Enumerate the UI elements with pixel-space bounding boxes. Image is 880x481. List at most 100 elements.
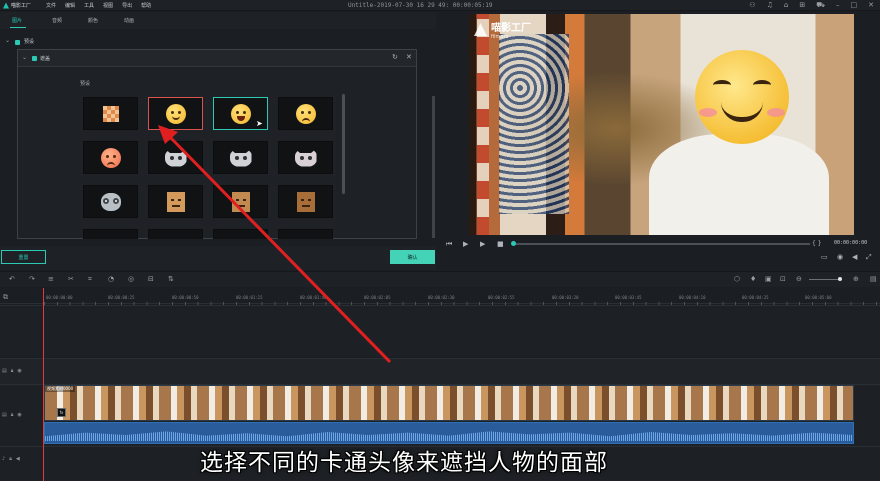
preset-mosaic[interactable] (83, 97, 138, 130)
preset-cat-2[interactable] (213, 141, 268, 174)
snapshot-icon[interactable]: ◉ (837, 253, 843, 261)
play-back-icon[interactable]: ▶ (463, 240, 468, 248)
lock-icon[interactable]: 🔒︎ (11, 412, 14, 418)
tab-color[interactable]: 颜色 (88, 17, 98, 24)
preset-smiley-smirk[interactable] (148, 97, 203, 130)
box-face-icon (166, 191, 185, 212)
lock-icon[interactable]: 🔒︎ (11, 368, 14, 374)
ok-button[interactable]: 确认 (390, 250, 435, 264)
ruler-label: 00:00:00:00 (46, 295, 73, 300)
timeline-playhead[interactable] (43, 288, 44, 481)
preset-row4-4[interactable] (278, 229, 333, 239)
menu-export[interactable]: 导出 (122, 2, 132, 9)
preset-angry[interactable] (83, 141, 138, 174)
menu-help[interactable]: 帮助 (141, 2, 151, 9)
track-2[interactable]: ▤ 🔒︎ ◉ (0, 358, 880, 384)
tab-animation[interactable]: 动画 (124, 17, 134, 24)
close-icon[interactable]: ✕ (406, 53, 412, 61)
close-icon[interactable]: ✕ (868, 1, 874, 10)
speed-icon[interactable]: ◔ (108, 275, 114, 283)
notification-icon[interactable]: ♫ (767, 1, 773, 10)
mosaic-checkbox[interactable] (32, 56, 37, 61)
mic-icon[interactable]: ♦ (750, 275, 756, 283)
save-icon[interactable]: ⊞ (799, 1, 805, 10)
ruler-label: 00:00:03:20 (552, 295, 579, 300)
tab-audio[interactable]: 音频 (52, 17, 62, 24)
reset-button[interactable]: 重置 (1, 250, 46, 264)
preset-grid-scrollbar[interactable] (342, 94, 345, 194)
audio-waveform (45, 431, 853, 441)
preset-owl[interactable] (83, 185, 138, 218)
maximize-icon[interactable]: □ (851, 1, 858, 10)
speaker-icon[interactable]: ◀ (16, 456, 20, 462)
menu-edit[interactable]: 编辑 (65, 2, 75, 9)
gift-icon[interactable]: ⌂ (784, 1, 788, 10)
eye-icon[interactable]: ◉ (17, 368, 21, 374)
zoom-in-icon[interactable]: ⊕ (853, 275, 859, 283)
preset-box-1[interactable] (148, 185, 203, 218)
preset-smiley-sad[interactable] (278, 97, 333, 130)
fullscreen-icon[interactable]: ⤢ (866, 253, 872, 262)
preset-box-2[interactable] (213, 185, 268, 218)
playback-progress[interactable] (513, 243, 810, 245)
reset-icon[interactable]: ↻ (392, 53, 398, 61)
audio-clip[interactable] (44, 422, 854, 444)
cart-icon[interactable]: ⛟ (816, 1, 825, 10)
track-1-icon: ▤ (2, 412, 7, 418)
app-logo: 喵影工厂 (3, 1, 31, 10)
preset-row4-1[interactable] (83, 229, 138, 239)
preset-cat-1[interactable] (148, 141, 203, 174)
delete-icon[interactable]: ≡ (48, 275, 54, 283)
lock-icon[interactable]: 🔒︎ (9, 456, 12, 462)
bracket-icon[interactable]: { } (812, 240, 822, 247)
menu-tools[interactable]: 工具 (84, 2, 94, 9)
tab-image[interactable]: 图片 (12, 17, 22, 24)
watermark-subtitle: filmora (491, 34, 509, 40)
cut-icon[interactable]: ✂ (68, 275, 74, 283)
account-icon[interactable]: ⚇ (749, 1, 755, 10)
watermark: 喵影工厂 filmora (474, 19, 531, 40)
chevron-down-icon[interactable]: ⌄ (22, 54, 27, 61)
preset-checkbox[interactable] (15, 40, 20, 45)
settings-icon[interactable]: ▤ (870, 275, 877, 283)
eye-icon[interactable]: ◉ (17, 412, 21, 418)
redo-icon[interactable]: ↷ (29, 275, 35, 283)
color-icon[interactable]: ◎ (128, 275, 134, 283)
crop-icon[interactable]: ⌗ (88, 275, 92, 284)
prev-frame-icon[interactable]: ⏮ (446, 240, 452, 249)
edit-tabs: 图片 音频 颜色 动画 (0, 12, 436, 29)
voiceover-icon[interactable]: ▣ (765, 275, 772, 283)
playback-knob[interactable] (511, 241, 516, 246)
green-screen-icon[interactable]: ⊟ (148, 275, 154, 283)
undo-icon[interactable]: ↶ (9, 275, 15, 283)
watermark-title: 喵影工厂 (491, 23, 531, 34)
chevron-down-icon[interactable]: ⌄ (5, 37, 10, 44)
play-icon[interactable]: ▶ (480, 240, 485, 248)
preset-row4-2[interactable] (148, 229, 203, 239)
ruler-label: 00:00:00:50 (172, 295, 199, 300)
screen-icon[interactable]: ⊡ (780, 275, 786, 283)
window-controls: ⚇ ♫ ⌂ ⊞ ⛟ – □ ✕ (749, 1, 874, 10)
audio-mixer-icon[interactable]: ⇅ (168, 275, 174, 283)
render-icon[interactable]: ▭ (821, 253, 828, 261)
minimize-icon[interactable]: – (836, 1, 840, 10)
add-track-icon[interactable]: ⧉ (3, 293, 8, 302)
ruler-label: 00:00:04:35 (742, 295, 769, 300)
menu-file[interactable]: 文件 (46, 2, 56, 9)
marker-icon[interactable]: ⬡ (734, 275, 740, 283)
sad-emoji-icon (295, 103, 316, 124)
volume-icon[interactable]: ◀ (852, 253, 857, 261)
preset-cat-3[interactable] (278, 141, 333, 174)
video-preview[interactable]: 喵影工厂 filmora (469, 14, 854, 235)
preset-box-3[interactable] (278, 185, 333, 218)
face-cover-emoji[interactable] (695, 50, 789, 144)
track-empty-top (0, 305, 880, 357)
panel-scrollbar[interactable] (432, 96, 435, 238)
zoom-out-icon[interactable]: ⊖ (796, 275, 802, 283)
video-clip[interactable] (44, 385, 854, 421)
zoom-slider-knob[interactable] (838, 277, 842, 281)
menu-view[interactable]: 视图 (103, 2, 113, 9)
preset-row4-3[interactable] (213, 229, 268, 239)
stop-icon[interactable]: ■ (497, 240, 504, 248)
clip-fx-badge[interactable]: fx (57, 408, 66, 417)
